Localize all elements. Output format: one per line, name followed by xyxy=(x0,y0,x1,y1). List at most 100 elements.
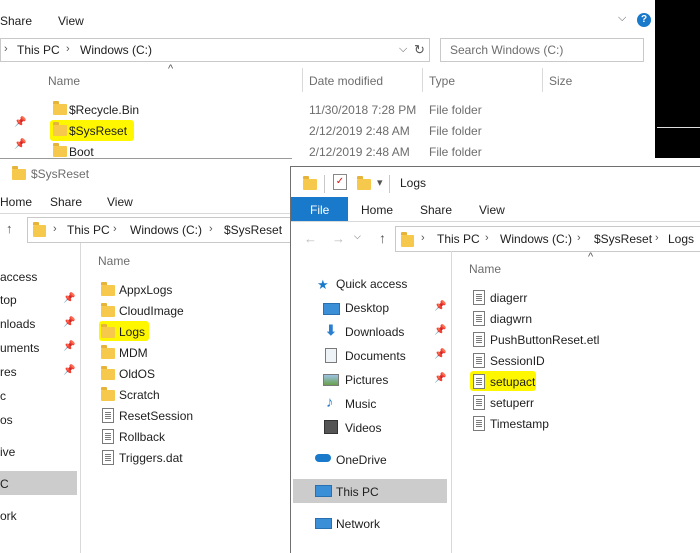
list-item[interactable]: Scratch xyxy=(119,388,160,402)
list-item[interactable]: AppxLogs xyxy=(119,283,172,297)
file-icon xyxy=(473,395,485,410)
help-icon[interactable]: ? xyxy=(637,13,651,27)
tab-share[interactable]: Share xyxy=(0,14,32,28)
refresh-icon[interactable]: ↻ xyxy=(414,42,425,58)
tab-share[interactable]: Share xyxy=(420,203,452,217)
window-title: $SysReset xyxy=(31,167,90,181)
column-name[interactable]: Name xyxy=(98,254,130,268)
tab-view[interactable]: View xyxy=(107,195,133,209)
file-icon xyxy=(473,311,485,326)
nav-item-desktop[interactable]: top xyxy=(0,293,17,307)
explorer-window-sysreset: $SysReset Home Share View ↑ › This PC › … xyxy=(0,158,292,553)
documents-icon xyxy=(325,348,337,363)
nav-item-music[interactable]: c xyxy=(0,389,6,403)
pin-icon: 📌 xyxy=(434,373,447,384)
list-item[interactable]: Timestamp xyxy=(490,417,549,431)
breadcrumb-drive[interactable]: Windows (C:) xyxy=(130,223,202,237)
up-arrow-icon[interactable]: ↑ xyxy=(6,221,13,236)
up-arrow-icon[interactable]: ↑ xyxy=(379,230,386,246)
breadcrumb-drive[interactable]: Windows (C:) xyxy=(500,232,572,246)
nav-item-onedrive[interactable]: OneDrive xyxy=(336,453,387,467)
pictures-icon xyxy=(323,374,339,386)
breadcrumb-sysreset[interactable]: $SysReset xyxy=(594,232,652,246)
nav-item-pictures[interactable]: Pictures xyxy=(345,373,388,387)
nav-item-videos[interactable]: Videos xyxy=(345,421,381,435)
music-icon: ♪ xyxy=(326,394,334,411)
computer-icon xyxy=(315,485,332,497)
list-item[interactable]: diagwrn xyxy=(490,312,532,326)
nav-item-music[interactable]: Music xyxy=(345,397,376,411)
folder-icon xyxy=(101,282,115,296)
nav-item-documents[interactable]: uments xyxy=(0,341,39,355)
breadcrumb-logs[interactable]: Logs xyxy=(668,232,694,246)
address-bar[interactable] xyxy=(0,38,430,62)
customize-toolbar-icon[interactable]: ▾ xyxy=(377,176,383,189)
list-item[interactable]: diagerr xyxy=(490,291,527,305)
nav-item-pictures[interactable]: res xyxy=(0,365,17,379)
nav-item-downloads[interactable]: nloads xyxy=(0,317,35,331)
list-item[interactable]: SessionID xyxy=(490,354,545,368)
column-type[interactable]: Type xyxy=(429,74,455,88)
nav-item-documents[interactable]: Documents xyxy=(345,349,406,363)
nav-item-desktop[interactable]: Desktop xyxy=(345,301,389,315)
pin-icon: 📌 xyxy=(434,325,447,336)
search-placeholder: Search Windows (C:) xyxy=(450,43,564,57)
forward-arrow-icon[interactable]: → xyxy=(332,231,345,246)
list-item[interactable]: OldOS xyxy=(119,367,155,381)
pin-icon: 📌 xyxy=(434,301,447,312)
list-item[interactable]: $Recycle.Bin xyxy=(69,103,139,117)
list-item[interactable]: Boot xyxy=(69,145,94,159)
breadcrumb-this-pc[interactable]: This PC xyxy=(17,43,60,57)
tab-file[interactable]: File xyxy=(291,197,348,221)
list-item[interactable]: ResetSession xyxy=(119,409,193,423)
dropdown-icon[interactable]: ⌵ xyxy=(399,43,407,56)
nav-item-quick-access[interactable]: Quick access xyxy=(336,277,407,291)
tab-view[interactable]: View xyxy=(58,14,84,28)
list-item[interactable]: Triggers.dat xyxy=(119,451,183,465)
nav-item-onedrive[interactable]: ive xyxy=(0,445,15,459)
nav-item-this-pc[interactable]: This PC xyxy=(336,485,379,499)
list-item[interactable]: Logs xyxy=(119,325,145,339)
list-item[interactable]: setuperr xyxy=(490,396,534,410)
nav-item-selected[interactable] xyxy=(0,471,77,495)
tab-home[interactable]: Home xyxy=(0,195,32,209)
nav-item-downloads[interactable]: Downloads xyxy=(345,325,404,339)
folder-icon xyxy=(53,101,67,115)
breadcrumb-drive[interactable]: Windows (C:) xyxy=(80,43,152,57)
recent-locations-icon[interactable]: ⌵ xyxy=(354,231,361,242)
list-item[interactable]: PushButtonReset.etl xyxy=(490,333,599,347)
list-item[interactable]: $SysReset xyxy=(69,124,127,138)
nav-item-network[interactable]: Network xyxy=(336,517,380,531)
breadcrumb-this-pc[interactable]: This PC xyxy=(67,223,110,237)
tab-share[interactable]: Share xyxy=(50,195,82,209)
chevron-right-icon: › xyxy=(421,232,425,244)
pin-icon: 📌 xyxy=(63,293,76,304)
column-name[interactable]: Name xyxy=(48,74,80,88)
list-item[interactable]: MDM xyxy=(119,346,148,360)
folder-icon xyxy=(101,303,115,317)
column-date-modified[interactable]: Date modified xyxy=(309,74,383,88)
list-item[interactable]: CloudImage xyxy=(119,304,184,318)
back-arrow-icon[interactable]: ← xyxy=(304,231,317,246)
breadcrumb-this-pc[interactable]: This PC xyxy=(437,232,480,246)
nav-item-this-pc[interactable]: C xyxy=(0,477,9,491)
date-cell: 2/12/2019 2:48 AM xyxy=(309,145,410,159)
properties-icon[interactable]: ✓ xyxy=(333,174,347,190)
breadcrumb-sysreset[interactable]: $SysReset xyxy=(224,223,282,237)
folder-icon xyxy=(303,176,317,190)
column-size[interactable]: Size xyxy=(549,74,572,88)
nav-item-quick-access[interactable]: access xyxy=(0,270,37,284)
column-name[interactable]: Name xyxy=(469,262,501,276)
star-icon: ★ xyxy=(317,277,329,292)
nav-item-videos[interactable]: os xyxy=(0,413,13,427)
tab-home[interactable]: Home xyxy=(361,203,393,217)
folder-icon xyxy=(12,166,26,180)
new-folder-icon[interactable] xyxy=(357,176,371,190)
list-item[interactable]: setupact xyxy=(490,375,535,389)
chevron-down-icon[interactable]: ⌵ xyxy=(618,12,626,25)
date-cell: 11/30/2018 7:28 PM xyxy=(309,103,417,117)
list-item[interactable]: Rollback xyxy=(119,430,165,444)
type-cell: File folder xyxy=(429,145,482,159)
tab-view[interactable]: View xyxy=(479,203,505,217)
nav-item-network[interactable]: ork xyxy=(0,509,17,523)
